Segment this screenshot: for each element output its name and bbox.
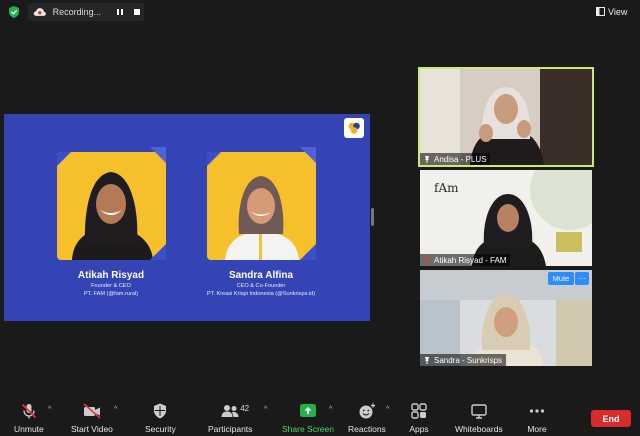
participant-name-tag: Sandra - Sunkrisps: [420, 354, 507, 366]
participant-name: Sandra - Sunkrisps: [434, 355, 503, 365]
share-screen-label: Share Screen: [282, 424, 334, 434]
view-label: View: [608, 6, 628, 17]
logo-mark-icon: [348, 122, 360, 134]
participants-icon: [221, 405, 239, 417]
brand-logo: [344, 118, 364, 138]
video-off-icon: [83, 403, 101, 419]
muted-mic-icon: [21, 403, 36, 419]
whiteboard-icon: [471, 404, 487, 419]
recording-indicator: Recording...: [28, 3, 144, 21]
more-label: More: [527, 424, 547, 434]
view-button[interactable]: View: [596, 4, 634, 19]
video-feed: fAm: [420, 170, 592, 266]
share-screen-icon: [299, 404, 316, 417]
share-options-caret[interactable]: ^: [329, 406, 332, 413]
zoom-meeting-window: Recording... View Atikah Risyad Founder …: [0, 0, 640, 436]
stop-icon: [134, 9, 141, 15]
reactions-button[interactable]: Reactions: [348, 402, 386, 434]
svg-text:fAm: fAm: [434, 181, 459, 195]
more-dots-icon: [529, 409, 545, 413]
whiteboards-label: Whiteboards: [455, 424, 503, 434]
unmute-label: Unmute: [14, 424, 44, 434]
speaker-photo-sandra: [207, 152, 316, 260]
share-screen-button[interactable]: Share Screen: [282, 402, 334, 434]
video-options-caret[interactable]: ^: [114, 406, 117, 413]
person-silhouette: [72, 172, 153, 260]
apps-icon: [411, 403, 427, 419]
resize-handle[interactable]: [371, 208, 374, 226]
end-meeting-button[interactable]: End: [591, 410, 631, 427]
mute-participant-button[interactable]: Mute: [548, 272, 574, 285]
security-label: Security: [145, 424, 176, 434]
speaker-role: CEO & Co-Founder: [236, 283, 286, 289]
participant-tile-atikah[interactable]: fAm Atikah Risyad - FAM: [420, 170, 592, 266]
pin-icon: [425, 357, 429, 364]
participant-count: 42: [240, 404, 250, 413]
speaker-role: Founder & CEO: [91, 283, 131, 289]
security-shield-icon: [154, 403, 167, 419]
meeting-toolbar: Unmute ^ Start Video ^ Security 42 Parti…: [0, 396, 640, 436]
participant-tile-andisa[interactable]: Andisa - PLUS: [418, 67, 594, 167]
participant-name: Atikah Risyad - FAM: [434, 255, 507, 265]
speaker-name: Sandra Alfina: [228, 270, 294, 281]
more-button[interactable]: More: [527, 402, 547, 434]
participant-name-tag: Atikah Risyad - FAM: [420, 254, 511, 266]
speaker-name: Atikah Risyad: [77, 270, 145, 281]
apps-button[interactable]: Apps: [409, 402, 429, 434]
apps-label: Apps: [409, 424, 429, 434]
unmute-button[interactable]: Unmute: [14, 402, 44, 434]
pause-icon: [116, 9, 123, 15]
person-silhouette: [225, 176, 299, 260]
start-video-button[interactable]: Start Video: [71, 402, 113, 434]
shield-check-icon[interactable]: [7, 5, 21, 19]
stop-recording-button[interactable]: [130, 5, 144, 19]
participants-label: Participants: [208, 424, 253, 434]
participant-name: Andisa - PLUS: [434, 154, 487, 164]
shared-screen-slide: Atikah Risyad Founder & CEO PT. FAM (@fa…: [4, 114, 370, 321]
video-feed: [420, 69, 592, 165]
reactions-options-caret[interactable]: ^: [386, 406, 389, 413]
security-button[interactable]: Security: [145, 402, 176, 434]
muted-mic-icon: [423, 256, 431, 264]
audio-options-caret[interactable]: ^: [48, 406, 51, 413]
reactions-label: Reactions: [348, 424, 386, 434]
view-grid-icon: [596, 7, 605, 16]
recording-label: Recording...: [52, 7, 102, 17]
pause-recording-button[interactable]: [113, 5, 127, 19]
participant-name-tag: Andisa - PLUS: [420, 153, 491, 165]
participants-button[interactable]: 42 Participants: [208, 402, 252, 434]
start-video-label: Start Video: [71, 424, 113, 434]
whiteboards-button[interactable]: Whiteboards: [455, 402, 503, 434]
participant-more-button[interactable]: ···: [575, 272, 589, 285]
speaker-org: PT. Kreasi Krispi Indonesia (@Sunkrisps.…: [206, 291, 316, 297]
speaker-photo-atikah: [57, 152, 166, 260]
pin-icon: [425, 156, 429, 163]
speaker-org: PT. FAM (@fam.rural): [83, 291, 139, 297]
reactions-smiley-icon: [359, 403, 375, 419]
participants-options-caret[interactable]: ^: [264, 406, 267, 413]
cloud-record-icon: [33, 8, 46, 16]
